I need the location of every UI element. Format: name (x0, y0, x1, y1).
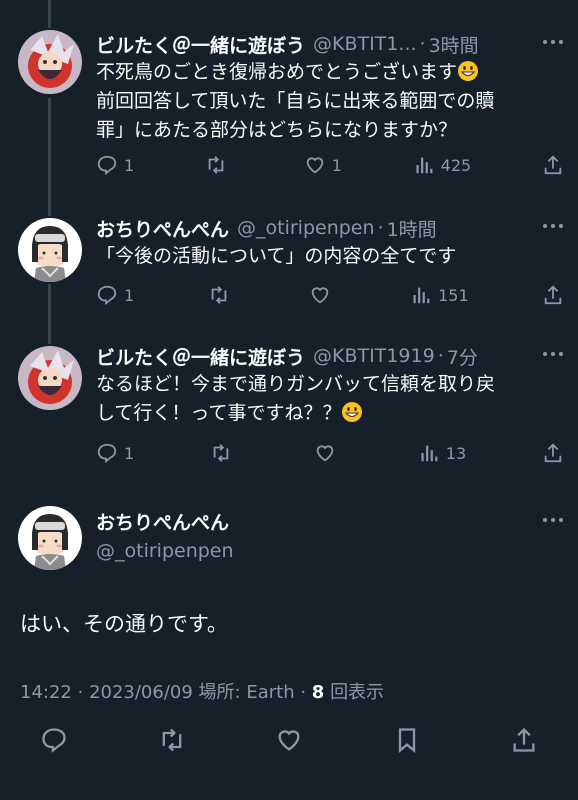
views-label: 回表示 (330, 682, 385, 703)
views-button[interactable]: 151 (410, 284, 469, 306)
reply-icon (97, 443, 117, 464)
user-handle[interactable]: @KBTIT1919 (313, 345, 435, 367)
like-icon[interactable] (275, 726, 303, 754)
reply-button[interactable]: 1 (96, 284, 134, 306)
avatar[interactable] (18, 30, 82, 94)
share-icon (544, 285, 562, 305)
share-button[interactable] (542, 154, 564, 176)
like-icon (316, 445, 334, 462)
tweet-text: 不死鳥のごとき復帰おめでとうございます 前回回答して頂いた「自らに出来る範囲での… (96, 60, 495, 141)
tweet-date[interactable]: 2023/06/09 (89, 682, 193, 703)
tweet-header: おちりぺんぺん @_otiripenpen · 1時間 (96, 212, 568, 244)
retweet-button[interactable] (205, 154, 233, 176)
reply-button[interactable]: 1 (96, 154, 134, 176)
like-button[interactable]: 1 (304, 154, 342, 176)
avatar[interactable] (18, 506, 82, 570)
like-button[interactable] (309, 284, 337, 306)
bookmark-icon[interactable] (393, 726, 421, 754)
views-icon (413, 287, 430, 304)
tweet-time[interactable]: 7分 (447, 343, 478, 370)
reply-icon[interactable] (40, 726, 68, 754)
tweet-timestamp[interactable]: 14:22 (20, 682, 72, 703)
tweet-header: ビルたく＠一緒に遊ぼう @KBTIT1919 · 7分 (96, 340, 568, 372)
retweet-icon (211, 286, 226, 304)
views-icon (421, 445, 438, 462)
tweet-time[interactable]: 3時間 (429, 31, 479, 58)
more-icon[interactable] (540, 510, 566, 530)
avatar[interactable] (18, 346, 82, 410)
retweet-icon[interactable] (158, 726, 186, 754)
tweet-actions: 1 1 425 (96, 150, 564, 180)
more-icon[interactable] (540, 216, 566, 236)
retweet-icon (213, 444, 229, 462)
retweet-button[interactable] (210, 442, 238, 464)
reply-tweet[interactable]: ビルたく＠一緒に遊ぼう @KBTIT1919 · 7分 なるほど！今まで通りガン… (0, 340, 578, 470)
like-icon (311, 287, 329, 304)
tweet-actions: 1 13 (96, 438, 564, 468)
display-name[interactable]: ビルたく＠一緒に遊ぼう (96, 31, 305, 58)
more-icon[interactable] (540, 32, 566, 52)
tweet-text: なるほど！今まで通りガンバッて信頼を取り戻 して行く！って事ですね？？ (96, 373, 496, 424)
views-count: 8 (311, 682, 325, 703)
share-icon (544, 443, 562, 463)
user-handle[interactable]: @_otiripenpen (237, 217, 375, 239)
main-tweet-text: はい、その通りです。 (20, 612, 228, 636)
tweet-header: ビルたく＠一緒に遊ぼう @KBTIT1... · 3時間 (96, 28, 568, 60)
reply-tweet[interactable]: ビルたく＠一緒に遊ぼう @KBTIT1... · 3時間 不死鳥のごとき復帰おめ… (0, 28, 578, 188)
reply-tweet[interactable]: おちりぺんぺん @_otiripenpen · 1時間 「今後の活動について」の… (0, 212, 578, 322)
user-handle[interactable]: @_otiripenpen (96, 538, 234, 564)
reply-icon (97, 155, 117, 176)
reply-button[interactable]: 1 (96, 442, 134, 464)
tweet-metadata: 14:22 · 2023/06/09 場所: Earth · 8 回表示 (20, 682, 385, 703)
tweet-actions: 1 151 (96, 280, 564, 310)
retweet-icon (208, 156, 224, 174)
views-button[interactable]: 13 (418, 442, 466, 464)
avatar[interactable] (18, 218, 82, 282)
display-name[interactable]: おちりぺんぺん (96, 508, 234, 538)
views-button[interactable]: 425 (413, 154, 471, 176)
reply-icon (97, 285, 117, 306)
share-button[interactable] (542, 284, 564, 306)
retweet-button[interactable] (208, 284, 236, 306)
display-name[interactable]: おちりぺんぺん (96, 215, 229, 242)
more-icon[interactable] (540, 344, 566, 364)
like-icon (306, 157, 323, 174)
user-handle[interactable]: @KBTIT1... (313, 33, 417, 55)
views-icon (416, 157, 433, 174)
share-icon (544, 155, 562, 175)
main-tweet: おちりぺんぺん @_otiripenpen (0, 506, 578, 576)
tweet-text: 「今後の活動について」の内容の全てです (96, 245, 457, 267)
like-button[interactable] (314, 442, 342, 464)
grinning-emoji (341, 401, 363, 423)
share-button[interactable] (542, 442, 564, 464)
share-icon[interactable] (510, 726, 538, 754)
tweet-time[interactable]: 1時間 (387, 215, 437, 242)
grinning-emoji (457, 60, 479, 82)
tweet-location: 場所: Earth (198, 682, 295, 703)
display-name[interactable]: ビルたく＠一緒に遊ぼう (96, 343, 305, 370)
thread-line-top (48, 0, 51, 28)
main-tweet-actions (40, 722, 538, 758)
